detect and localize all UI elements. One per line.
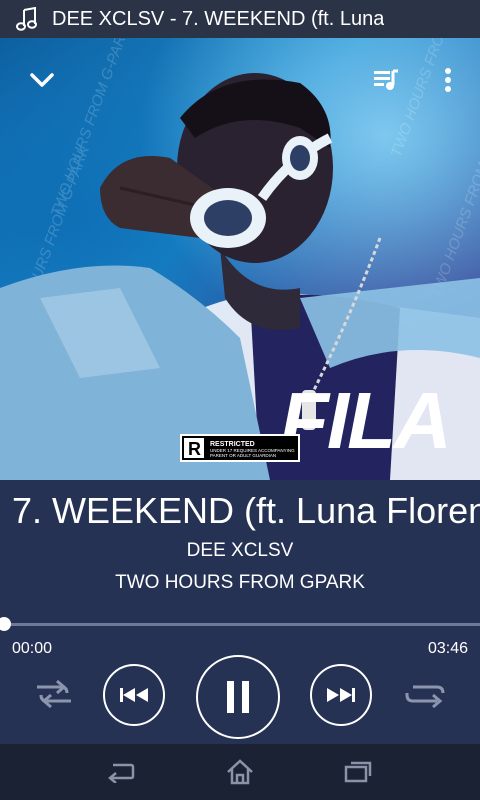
total-time: 03:46 xyxy=(427,640,468,657)
collapse-button[interactable] xyxy=(20,58,64,102)
now-playing-panel: 7. WEEKEND (ft. Luna Florentino) DEE XCL… xyxy=(0,480,480,744)
seek-thumb[interactable] xyxy=(0,617,11,631)
seek-bar[interactable] xyxy=(0,617,480,631)
rating-heading: RESTRICTED xyxy=(210,441,255,448)
previous-button[interactable] xyxy=(103,664,165,726)
chevron-down-icon xyxy=(30,73,54,87)
nav-back-button[interactable] xyxy=(92,754,148,790)
shirt-logo: FILA xyxy=(280,376,450,465)
pause-button[interactable] xyxy=(196,655,280,739)
more-options-button[interactable] xyxy=(426,58,470,102)
repeat-button[interactable] xyxy=(400,676,450,712)
next-button[interactable] xyxy=(310,664,372,726)
track-title: 7. WEEKEND (ft. Luna Florentino) xyxy=(12,490,480,531)
skip-previous-icon xyxy=(120,688,148,702)
seek-track xyxy=(0,623,480,626)
top-controls xyxy=(0,38,480,118)
pause-icon xyxy=(227,681,249,713)
notification-title: DEE XCLSV - 7. WEEKEND (ft. Luna xyxy=(52,7,385,30)
playlist-icon xyxy=(374,69,398,90)
home-icon xyxy=(227,759,253,785)
repeat-icon xyxy=(405,685,445,709)
recents-icon xyxy=(344,761,372,783)
status-bar: DEE XCLSV - 7. WEEKEND (ft. Luna xyxy=(0,0,480,38)
queue-button[interactable] xyxy=(364,58,408,102)
nav-home-button[interactable] xyxy=(212,754,268,790)
rating-line2: PARENT OR ADULT GUARDIAN xyxy=(210,453,276,458)
system-nav-bar xyxy=(0,744,480,800)
elapsed-time: 00:00 xyxy=(12,640,53,657)
more-vert-icon xyxy=(445,68,451,92)
track-album: TWO HOURS FROM GPARK xyxy=(115,572,365,593)
rating-letter: R xyxy=(188,439,201,459)
nav-recents-button[interactable] xyxy=(330,754,386,790)
watermark-text: TWO HOURS FROM G-PARK xyxy=(428,103,480,300)
shuffle-button[interactable] xyxy=(30,676,78,712)
shuffle-icon xyxy=(37,679,71,709)
back-icon xyxy=(108,763,135,783)
rating-badge: R RESTRICTED UNDER 17 REQUIRES ACCOMPANY… xyxy=(180,434,300,462)
skip-next-icon xyxy=(327,688,355,702)
music-note-icon xyxy=(14,6,40,32)
track-artist: DEE XCLSV xyxy=(186,540,294,561)
